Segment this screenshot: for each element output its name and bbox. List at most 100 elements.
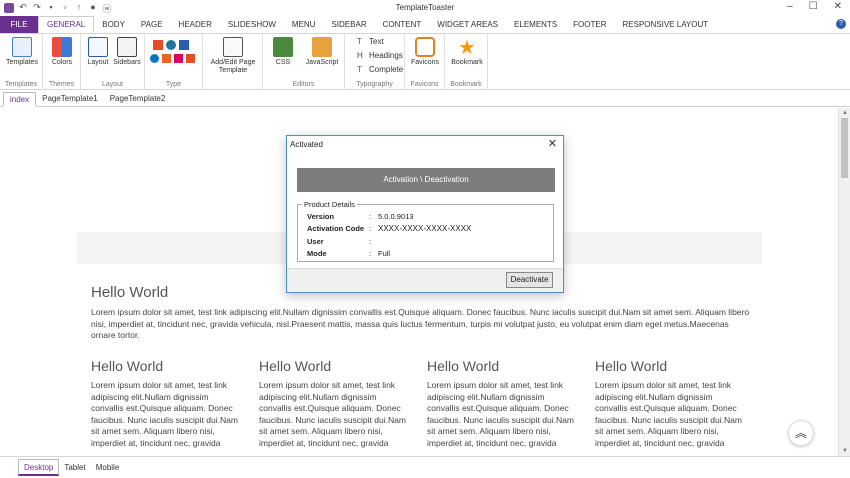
column-text: Lorem ipsum dolor sit amet, test link ad… xyxy=(595,380,742,448)
group-addedit: Add/Edit Page Template xyxy=(203,34,263,90)
column-text: Lorem ipsum dolor sit amet, test link ad… xyxy=(427,380,574,448)
html5-icon[interactable] xyxy=(186,54,195,63)
column-heading: Hello World xyxy=(427,358,500,374)
page-tabs: index PageTemplate1 PageTemplate2 xyxy=(0,91,850,107)
tab-slideshow[interactable]: SLIDESHOW xyxy=(220,16,284,33)
window-controls: – ☐ ✕ xyxy=(787,1,842,12)
magento-icon[interactable] xyxy=(162,54,171,63)
javascript-icon xyxy=(312,37,332,57)
ribbon-tabs: FILE GENERAL BODY PAGE HEADER SLIDESHOW … xyxy=(0,16,850,33)
page-tab-pagetemplate2[interactable]: PageTemplate2 xyxy=(104,91,172,106)
activation-deactivation-bar[interactable]: Activation \ Deactivation xyxy=(297,168,555,192)
user-row: User: xyxy=(307,237,372,246)
ribbon: Templates Templates Colors Themes Layout… xyxy=(0,33,850,90)
group-favicons: Favicons Favicons xyxy=(405,34,445,90)
page-add-icon xyxy=(223,37,243,57)
colors-icon xyxy=(52,37,72,57)
group-bookmark: ★ Bookmark Bookmark xyxy=(445,34,488,90)
text-button[interactable]: T Text xyxy=(357,37,384,46)
drupal-icon[interactable] xyxy=(150,54,159,63)
column-heading: Hello World xyxy=(595,358,668,374)
joomla-icon[interactable] xyxy=(153,40,163,50)
scroll-thumb[interactable] xyxy=(841,118,848,178)
text-icon: T xyxy=(357,37,362,46)
page-tab-index[interactable]: index xyxy=(3,92,37,107)
minimize-icon[interactable]: – xyxy=(787,1,793,12)
group-themes: Colors Themes xyxy=(43,34,81,90)
main-heading[interactable]: Hello World xyxy=(91,284,168,301)
css-icon xyxy=(273,37,293,57)
column-text: Lorem ipsum dolor sit amet, test link ad… xyxy=(91,380,238,448)
headings-icon: H xyxy=(357,51,363,60)
javascript-button[interactable]: JavaScript xyxy=(303,37,341,67)
group-templates: Templates Templates xyxy=(0,34,43,90)
page-tab-pagetemplate1[interactable]: PageTemplate1 xyxy=(36,91,104,106)
column-text: Lorem ipsum dolor sit amet, test link ad… xyxy=(259,380,406,448)
vertical-scrollbar[interactable]: ▲ ▼ xyxy=(838,108,850,456)
mode-row: Mode: Full xyxy=(307,249,391,258)
tab-general[interactable]: GENERAL xyxy=(38,16,95,33)
column-4[interactable]: Hello World Lorem ipsum dolor sit amet, … xyxy=(595,358,747,449)
layout-icon xyxy=(88,37,108,57)
headings-button[interactable]: H Headings xyxy=(357,51,403,60)
close-icon[interactable]: ✕ xyxy=(548,137,557,150)
add-edit-page-template-button[interactable]: Add/Edit Page Template xyxy=(207,37,259,75)
sidebars-icon xyxy=(117,37,137,57)
sidebars-button[interactable]: Sidebars xyxy=(113,37,141,67)
colors-button[interactable]: Colors xyxy=(47,37,77,67)
tab-body[interactable]: BODY xyxy=(94,16,133,33)
title-bar: ↶ ↷ ▪ ▫ ↑ ● ⓦ TemplateToaster – ☐ ✕ xyxy=(0,0,850,16)
column-heading: Hello World xyxy=(91,358,164,374)
column-heading: Hello World xyxy=(259,358,332,374)
column-1[interactable]: Hello World Lorem ipsum dolor sit amet, … xyxy=(91,358,243,449)
product-details-legend: Product Details xyxy=(302,200,357,209)
dialog-title: Activated xyxy=(290,140,323,149)
scroll-down-icon[interactable]: ▼ xyxy=(842,448,848,454)
close-icon[interactable]: ✕ xyxy=(834,1,842,12)
favicon-icon xyxy=(415,37,435,57)
scroll-up-icon[interactable]: ▲ xyxy=(842,110,848,116)
tab-responsive-layout[interactable]: RESPONSIVE LAYOUT xyxy=(615,16,717,33)
deactivate-button[interactable]: Deactivate xyxy=(506,272,553,288)
favicons-button[interactable]: Favicons xyxy=(409,37,441,67)
tab-menu[interactable]: MENU xyxy=(284,16,324,33)
column-2[interactable]: Hello World Lorem ipsum dolor sit amet, … xyxy=(259,358,411,449)
star-icon: ★ xyxy=(458,37,476,59)
tab-header[interactable]: HEADER xyxy=(171,16,220,33)
tab-elements[interactable]: ELEMENTS xyxy=(506,16,565,33)
window-title: TemplateToaster xyxy=(395,3,455,12)
device-tab-mobile[interactable]: Mobile xyxy=(91,459,125,476)
tab-content[interactable]: CONTENT xyxy=(375,16,430,33)
main-paragraph[interactable]: Lorem ipsum dolor sit amet, test link ad… xyxy=(91,307,751,342)
tab-footer[interactable]: FOOTER xyxy=(565,16,614,33)
device-tab-tablet[interactable]: Tablet xyxy=(59,459,90,476)
device-tab-desktop[interactable]: Desktop xyxy=(18,459,60,476)
column-3[interactable]: Hello World Lorem ipsum dolor sit amet, … xyxy=(427,358,579,449)
device-tabs: Desktop Tablet Mobile xyxy=(0,456,850,478)
version-row: Version:5.0.0.9013 xyxy=(307,212,414,221)
tab-page[interactable]: PAGE xyxy=(133,16,171,33)
blogger-icon[interactable] xyxy=(179,40,189,50)
tab-widget-areas[interactable]: WIDGET AREAS xyxy=(429,16,506,33)
activation-code-row: Activation Code: XXXX-XXXX-XXXX-XXXX xyxy=(307,224,472,233)
help-icon[interactable]: ? xyxy=(836,19,846,29)
templates-button[interactable]: Templates xyxy=(4,37,40,67)
complete-icon: T xyxy=(357,65,362,74)
prestashop-icon[interactable] xyxy=(174,54,183,63)
css-button[interactable]: CSS xyxy=(271,37,295,67)
templates-icon xyxy=(12,37,32,57)
dialog-footer: Deactivate xyxy=(287,268,563,292)
complete-button[interactable]: T Complete xyxy=(357,65,403,74)
back-to-top-button[interactable]: ︽ xyxy=(788,420,814,446)
product-details-group: Product Details Version:5.0.0.9013 Activ… xyxy=(297,200,554,262)
maximize-icon[interactable]: ☐ xyxy=(809,1,818,12)
group-typography: T Text H Headings T Complete Typography xyxy=(345,34,405,90)
wordpress-type-icon[interactable] xyxy=(166,40,176,50)
group-layout: Layout Sidebars Layout xyxy=(81,34,145,90)
layout-button[interactable]: Layout xyxy=(85,37,111,67)
tab-sidebar[interactable]: SIDEBAR xyxy=(323,16,374,33)
bookmark-button[interactable]: ★ Bookmark xyxy=(448,37,486,67)
file-tab[interactable]: FILE xyxy=(0,16,38,33)
activated-dialog: Activated ✕ Activation \ Deactivation Pr… xyxy=(286,135,564,293)
group-type: Type xyxy=(145,34,203,90)
